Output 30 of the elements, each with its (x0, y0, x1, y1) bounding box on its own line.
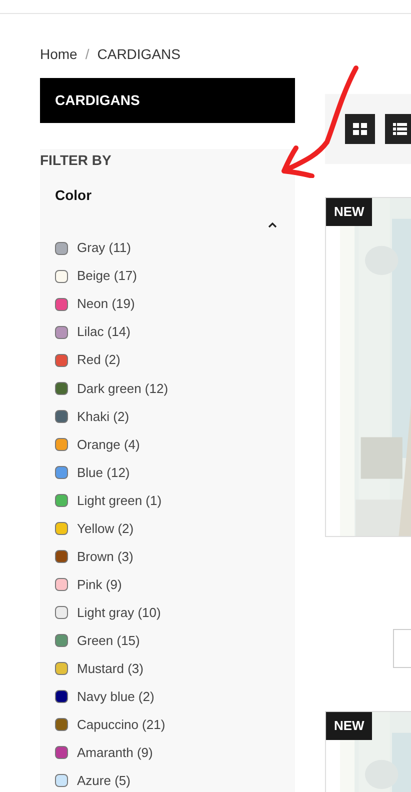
color-option[interactable]: Gray (11) (77, 238, 131, 258)
category-header: CARDIGANS (40, 78, 295, 123)
filter-group-title: Color (55, 186, 92, 205)
color-option[interactable]: Dark green (12) (77, 378, 168, 398)
breadcrumb-separator: / (85, 44, 90, 64)
color-option[interactable]: Yellow (2) (77, 518, 134, 538)
new-badge: NEW (326, 198, 372, 226)
color-option[interactable]: Light green (1) (77, 490, 162, 510)
product-card[interactable]: NEW (325, 197, 411, 537)
color-option[interactable]: Light gray (10) (77, 602, 161, 622)
color-option[interactable]: Green (15) (77, 630, 140, 650)
filter-heading: FILTER BY (40, 151, 112, 170)
color-option[interactable]: Beige (17) (77, 266, 137, 286)
color-option[interactable]: Amaranth (9) (77, 743, 153, 763)
breadcrumb-link[interactable]: CARDIGANS (97, 44, 180, 64)
color-option[interactable]: Khaki (2) (77, 406, 130, 426)
color-option[interactable]: Capuccino (21) (77, 715, 166, 735)
new-badge: NEW (326, 712, 372, 740)
color-option[interactable]: Mustard (3) (77, 658, 144, 678)
color-option[interactable]: Orange (4) (77, 434, 140, 454)
color-option[interactable]: Brown (3) (77, 546, 134, 566)
color-option[interactable]: Lilac (14) (77, 322, 130, 342)
color-option[interactable]: Azure (5) (77, 771, 130, 791)
color-option[interactable]: Pink (9) (77, 574, 122, 594)
color-option[interactable]: Blue (12) (77, 462, 130, 482)
color-option[interactable]: Red (2) (77, 350, 120, 370)
color-option[interactable]: Navy blue (2) (77, 687, 154, 707)
product-card[interactable]: NEW (325, 711, 411, 792)
color-option[interactable]: Neon (19) (77, 294, 135, 314)
breadcrumb-link[interactable]: Home (40, 44, 78, 64)
